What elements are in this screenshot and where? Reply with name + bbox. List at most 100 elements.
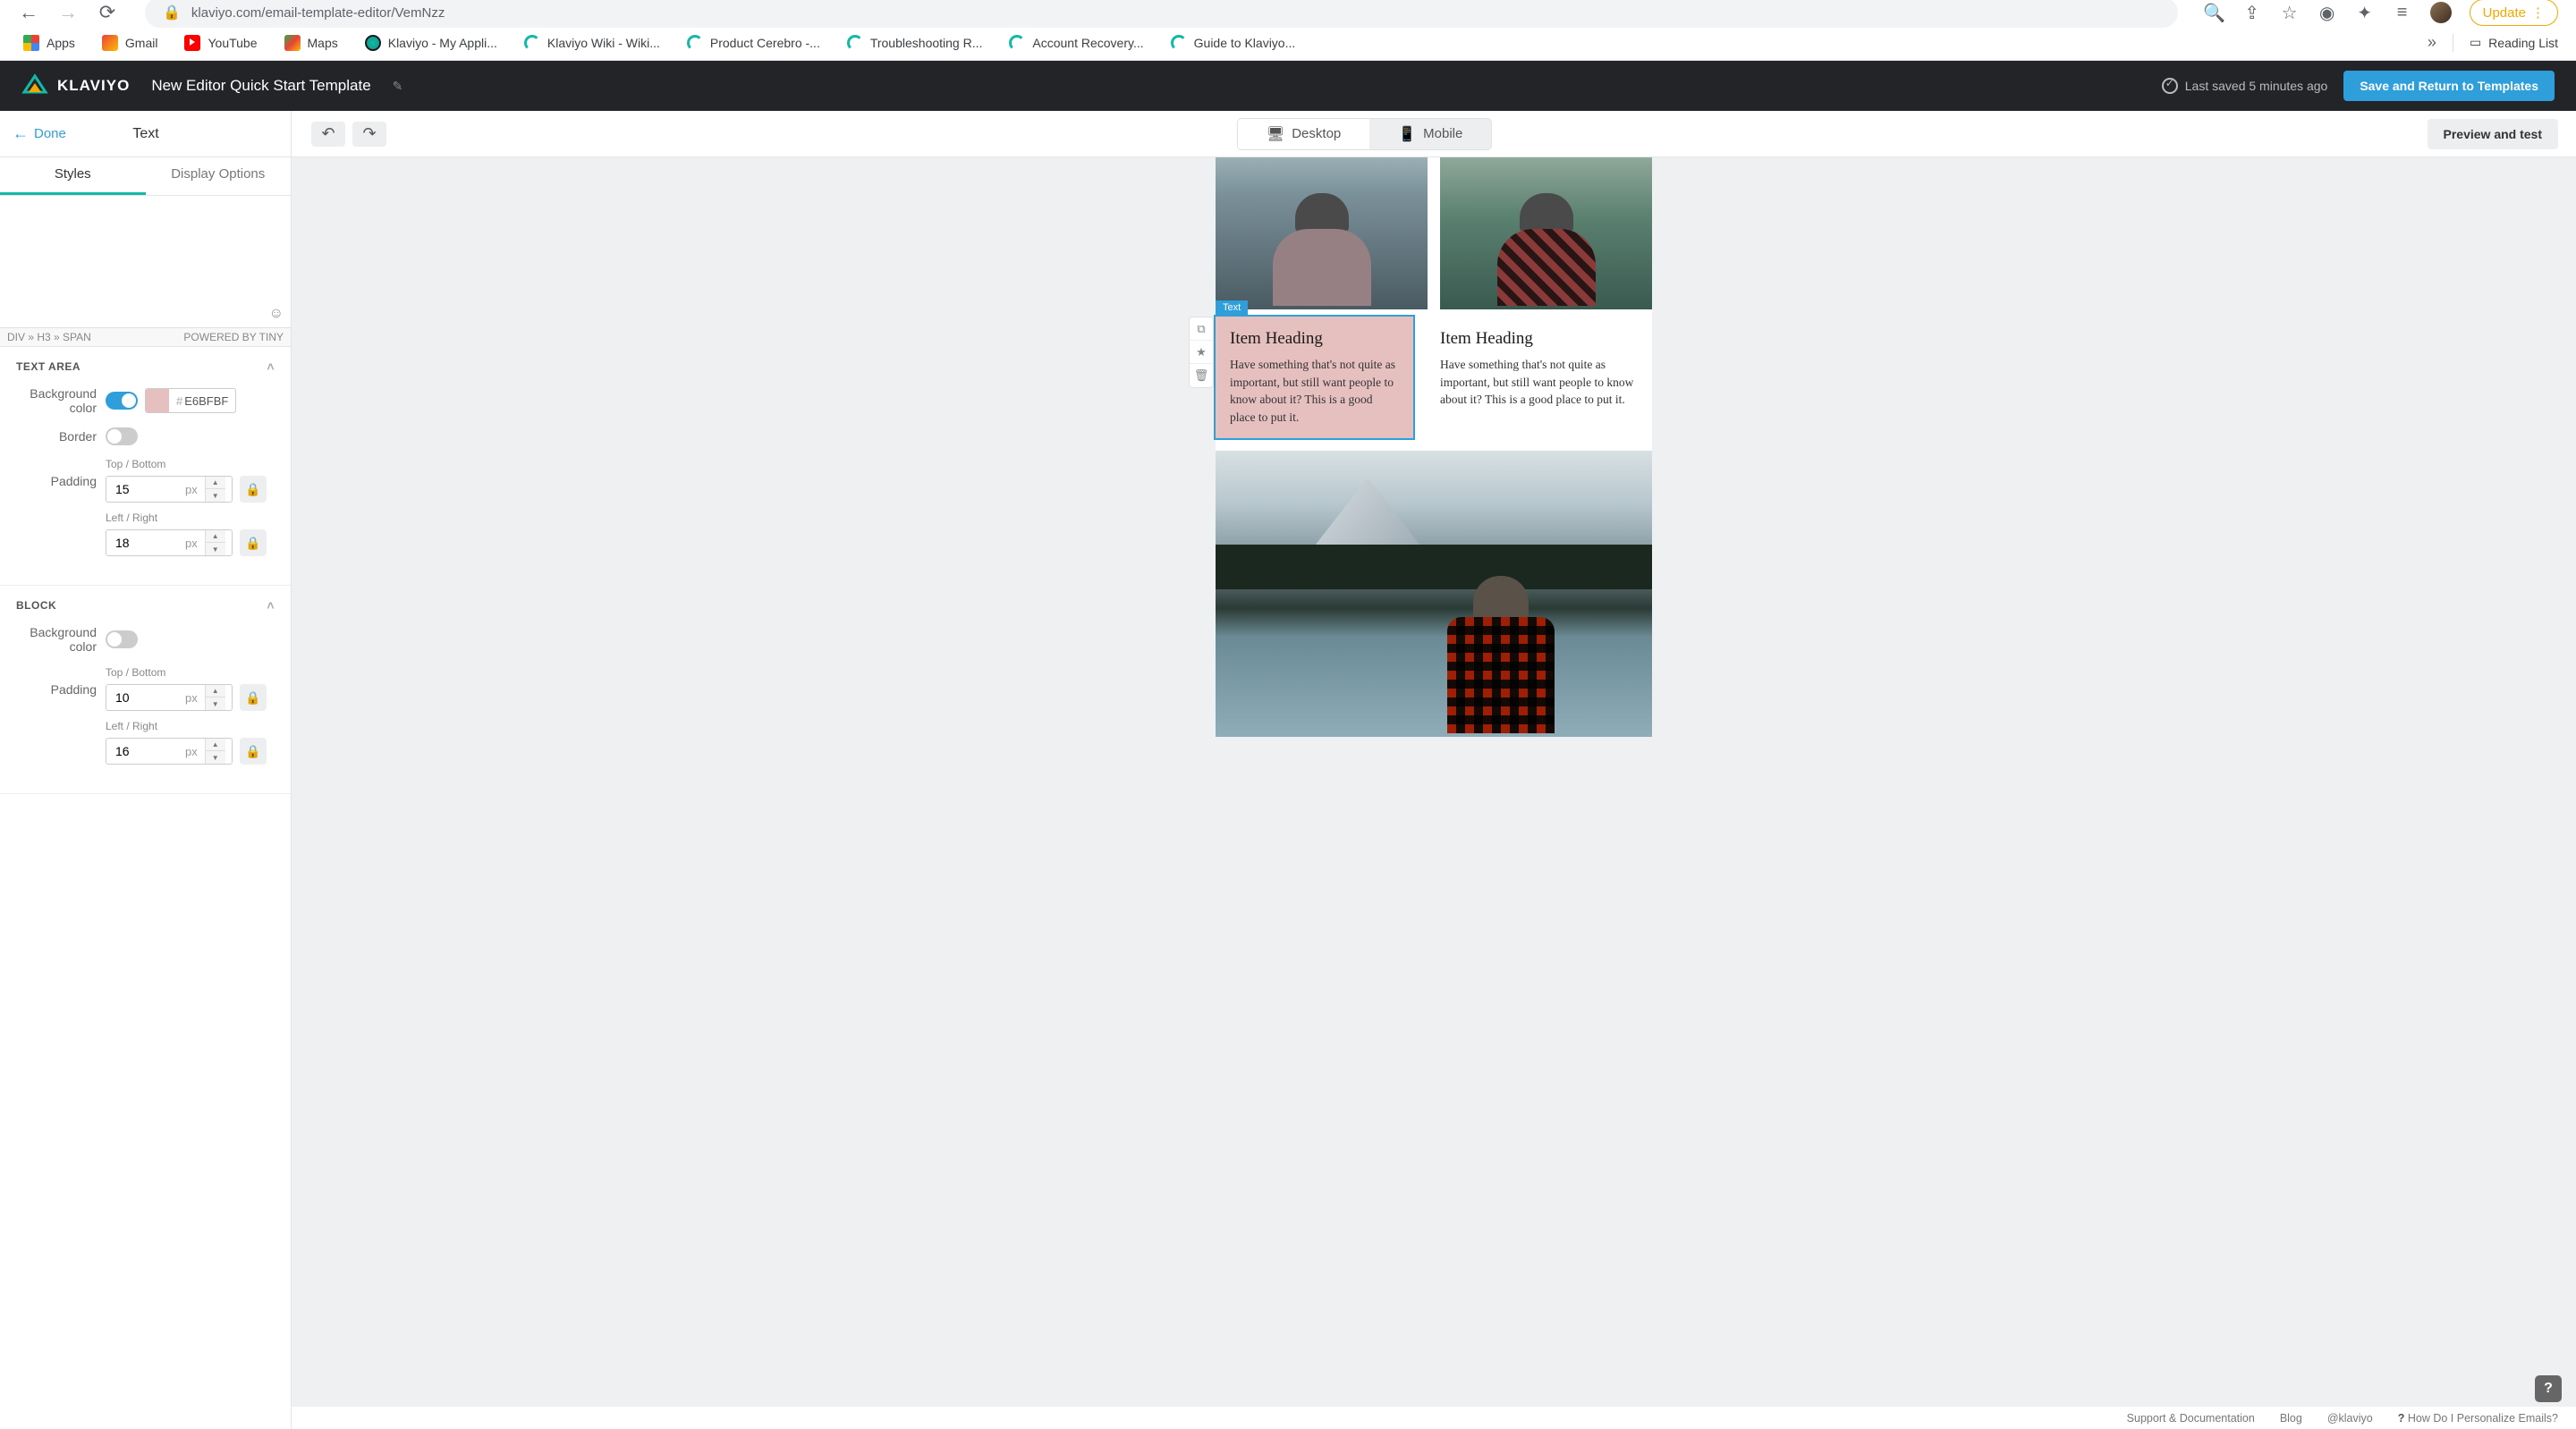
- block-padding-tb-label: Top / Bottom: [106, 666, 267, 679]
- brand-text: KLAVIYO: [57, 77, 130, 95]
- lock-icon[interactable]: 🔒: [240, 738, 267, 765]
- stepper-down-icon[interactable]: ▼: [206, 751, 225, 764]
- bookmark-account-recovery[interactable]: Account Recovery...: [1004, 31, 1148, 55]
- chevron-up-icon: ˄: [267, 598, 275, 613]
- text-block-selected[interactable]: Item Heading Have something that's not q…: [1216, 317, 1413, 438]
- emoji-icon[interactable]: ☺: [269, 306, 284, 322]
- stepper-up-icon[interactable]: ▲: [206, 685, 225, 698]
- bookmark-youtube[interactable]: YouTube: [179, 31, 262, 55]
- preview-test-button[interactable]: Preview and test: [2428, 119, 2559, 149]
- bg-color-label: Background color: [16, 386, 106, 415]
- klaviyo-arc-icon: [1009, 35, 1025, 51]
- template-title: New Editor Quick Start Template: [151, 77, 370, 95]
- save-status: Last saved 5 minutes ago: [2162, 78, 2328, 94]
- block-bg-toggle[interactable]: [106, 630, 138, 648]
- tab-styles[interactable]: Styles: [0, 157, 146, 195]
- lock-icon[interactable]: 🔒: [240, 684, 267, 711]
- edit-title-icon[interactable]: ✎: [393, 79, 403, 94]
- reading-list-link[interactable]: Reading List: [2488, 36, 2558, 50]
- redo-button[interactable]: ↷: [352, 122, 386, 147]
- padding-lr-input[interactable]: [106, 530, 178, 555]
- url-text: klaviyo.com/email-template-editor/VemNzz: [191, 5, 445, 21]
- reload-icon[interactable]: ⟳: [97, 2, 118, 23]
- bookmark-klaviyo-app[interactable]: Klaviyo - My Appli...: [360, 31, 503, 55]
- tab-display-options[interactable]: Display Options: [146, 157, 292, 195]
- playlist-icon[interactable]: ≡: [2393, 3, 2412, 22]
- footer-blog-link[interactable]: Blog: [2280, 1412, 2302, 1425]
- image-block-right[interactable]: [1440, 157, 1652, 309]
- breadcrumb-path[interactable]: DIV » H3 » SPAN: [7, 331, 91, 343]
- mobile-tab[interactable]: 📱 Mobile: [1369, 119, 1491, 149]
- klaviyo-logo[interactable]: KLAVIYO: [21, 72, 130, 99]
- stepper-down-icon[interactable]: ▼: [206, 543, 225, 555]
- save-return-button[interactable]: Save and Return to Templates: [2343, 71, 2555, 101]
- stepper-down-icon[interactable]: ▼: [206, 698, 225, 710]
- share-icon[interactable]: ⇪: [2242, 3, 2262, 22]
- text-block[interactable]: Item Heading Have something that's not q…: [1426, 317, 1652, 438]
- duplicate-icon[interactable]: ⧉: [1190, 317, 1213, 341]
- bookmark-cerebro[interactable]: Product Cerebro -...: [682, 31, 826, 55]
- text-area-header[interactable]: TEXT AREA ˄: [16, 359, 275, 374]
- app-footer: Support & Documentation Blog @klaviyo ? …: [292, 1406, 2576, 1429]
- image-block-large[interactable]: [1216, 451, 1652, 737]
- app-header: KLAVIYO New Editor Quick Start Template …: [0, 61, 2576, 111]
- border-toggle[interactable]: [106, 427, 138, 445]
- editor-toolbar: ← Done Text ↶ ↷ 🖥 Desktop 📱 Mobile Previ…: [0, 111, 2576, 157]
- help-button[interactable]: ?: [2535, 1375, 2562, 1402]
- footer-handle-link[interactable]: @klaviyo: [2327, 1412, 2373, 1425]
- klaviyo-icon: [365, 35, 381, 51]
- undo-button[interactable]: ↶: [311, 122, 345, 147]
- profile-avatar[interactable]: [2430, 2, 2452, 23]
- block-header[interactable]: BLOCK ˄: [16, 598, 275, 613]
- lock-icon: 🔒: [163, 4, 181, 21]
- favorite-icon[interactable]: ★: [1190, 341, 1213, 364]
- gmail-icon: [102, 35, 118, 51]
- update-button[interactable]: Update ⋮: [2470, 0, 2558, 26]
- bookmark-apps[interactable]: Apps: [18, 31, 80, 55]
- forward-icon[interactable]: →: [57, 2, 79, 23]
- lock-icon[interactable]: 🔒: [240, 476, 267, 503]
- extension-icon[interactable]: ◉: [2318, 3, 2337, 22]
- star-icon[interactable]: ☆: [2280, 3, 2300, 22]
- rte-breadcrumb: DIV » H3 » SPAN POWERED BY TINY: [0, 328, 291, 347]
- bookmark-troubleshooting[interactable]: Troubleshooting R...: [842, 31, 988, 55]
- bookmarks-overflow-icon[interactable]: »: [2428, 33, 2436, 52]
- stepper-up-icon[interactable]: ▲: [206, 739, 225, 751]
- block-actions: ⧉ ★ 🗑: [1189, 317, 1214, 388]
- sidebar-tabs: Styles Display Options: [0, 157, 291, 196]
- panel-title: Text: [0, 126, 292, 142]
- bookmark-guide[interactable]: Guide to Klaviyo...: [1165, 31, 1301, 55]
- stepper-up-icon[interactable]: ▲: [206, 477, 225, 489]
- image-block-left[interactable]: [1216, 157, 1428, 309]
- footer-support-link[interactable]: Support & Documentation: [2127, 1412, 2255, 1425]
- block-padding-lr-input[interactable]: [106, 739, 178, 764]
- block-padding-lr-label: Left / Right: [106, 720, 267, 732]
- footer-personalize-link[interactable]: ? How Do I Personalize Emails?: [2398, 1412, 2558, 1425]
- url-bar[interactable]: 🔒 klaviyo.com/email-template-editor/VemN…: [145, 0, 2178, 28]
- block-section: BLOCK ˄ Background color Padding Top / B…: [0, 586, 291, 794]
- update-label: Update: [2483, 5, 2526, 21]
- email-template: ⧉ ★ 🗑 Text Item Heading Have something t…: [1216, 157, 1652, 737]
- search-icon[interactable]: 🔍: [2205, 3, 2224, 22]
- bg-color-input[interactable]: #E6BFBF: [145, 388, 236, 413]
- back-icon[interactable]: ←: [18, 2, 39, 23]
- stepper-up-icon[interactable]: ▲: [206, 530, 225, 543]
- puzzle-icon[interactable]: ✦: [2355, 3, 2375, 22]
- lock-icon[interactable]: 🔒: [240, 529, 267, 556]
- canvas[interactable]: ⧉ ★ 🗑 Text Item Heading Have something t…: [292, 157, 2576, 1429]
- apps-icon: [23, 35, 39, 51]
- bookmark-gmail[interactable]: Gmail: [97, 31, 164, 55]
- color-swatch[interactable]: [146, 389, 169, 412]
- stepper-down-icon[interactable]: ▼: [206, 489, 225, 502]
- bookmark-maps[interactable]: Maps: [279, 31, 343, 55]
- desktop-tab[interactable]: 🖥 Desktop: [1238, 119, 1369, 149]
- delete-icon[interactable]: 🗑: [1190, 364, 1213, 387]
- bookmark-klaviyo-wiki[interactable]: Klaviyo Wiki - Wiki...: [519, 31, 665, 55]
- youtube-icon: [184, 35, 200, 51]
- padding-tb-input[interactable]: [106, 477, 178, 502]
- chevron-up-icon: ˄: [267, 359, 275, 374]
- block-padding-tb-input[interactable]: [106, 685, 178, 710]
- browser-toolbar: ← → ⟳ 🔒 klaviyo.com/email-template-edito…: [0, 0, 2576, 25]
- rich-text-editor[interactable]: ☺: [0, 196, 291, 328]
- bg-color-toggle[interactable]: [106, 392, 138, 410]
